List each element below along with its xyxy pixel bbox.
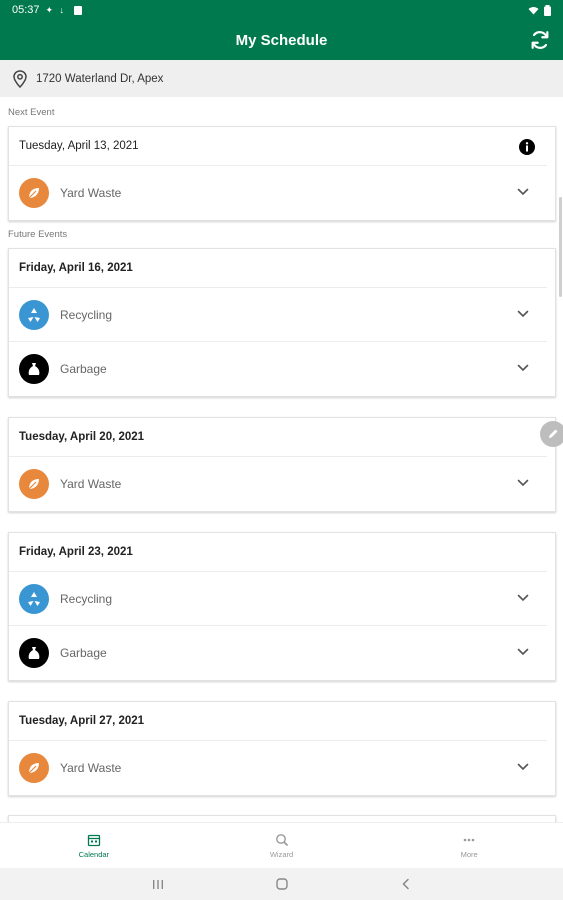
list-item[interactable]: Garbage xyxy=(9,342,547,396)
home-icon xyxy=(275,878,288,890)
garbage-bag-icon xyxy=(19,354,49,384)
future-events-label: Future Events xyxy=(8,229,68,240)
event-card: Friday, April 23, 2021 Recycling Garbage xyxy=(8,532,556,681)
chevron-down-icon[interactable] xyxy=(517,594,529,602)
nav-more-label: More xyxy=(460,849,478,859)
calendar-icon xyxy=(87,834,100,846)
recent-apps-button[interactable] xyxy=(150,876,166,892)
nav-more[interactable]: More xyxy=(375,823,563,868)
list-item[interactable]: Yard Waste xyxy=(9,166,547,220)
info-icon[interactable] xyxy=(519,139,535,155)
chevron-down-icon[interactable] xyxy=(517,763,529,771)
search-icon xyxy=(275,833,288,846)
service-label: Recycling xyxy=(60,591,113,606)
leaf-icon xyxy=(19,753,49,783)
recycle-icon xyxy=(19,299,49,330)
event-date: Friday, April 16, 2021 xyxy=(9,249,547,288)
pencil-icon xyxy=(549,429,558,438)
status-time: 05:37 xyxy=(12,4,40,16)
wifi-icon xyxy=(528,6,539,14)
service-label: Garbage xyxy=(60,362,107,376)
leaf-icon xyxy=(19,469,49,499)
nav-calendar[interactable]: Calendar xyxy=(0,823,188,868)
list-item[interactable]: Garbage xyxy=(9,626,547,680)
app-notification-icon xyxy=(73,5,82,15)
event-card: Friday, April 16, 2021 Recycling Garbage xyxy=(8,248,556,397)
service-label: Garbage xyxy=(60,646,107,660)
home-button[interactable] xyxy=(274,876,290,892)
app-bar: My Schedule xyxy=(0,20,563,60)
list-item[interactable]: Recycling xyxy=(9,572,547,626)
chevron-down-icon[interactable] xyxy=(517,188,529,196)
notification-icon: ✦ xyxy=(45,4,54,15)
usb-icon: ↓ xyxy=(59,4,65,15)
event-date: Tuesday, April 13, 2021 xyxy=(9,127,547,166)
event-date: Friday, April 23, 2021 xyxy=(9,533,547,572)
chevron-down-icon[interactable] xyxy=(517,479,529,487)
service-label: Yard Waste xyxy=(60,477,122,491)
scrollbar[interactable] xyxy=(559,197,562,297)
back-icon xyxy=(401,878,409,890)
status-bar: 05:37 ✦ ↓ xyxy=(0,0,563,20)
service-label: Recycling xyxy=(60,307,113,322)
address-text: 1720 Waterland Dr, Apex xyxy=(36,72,164,85)
chevron-down-icon[interactable] xyxy=(517,648,529,656)
recycle-icon xyxy=(19,583,49,614)
edit-button[interactable] xyxy=(540,421,563,447)
event-date: Tuesday, April 20, 2021 xyxy=(9,418,547,457)
nav-wizard-label: Wizard xyxy=(269,849,294,859)
address-bar[interactable]: 1720 Waterland Dr, Apex xyxy=(0,60,563,97)
chevron-down-icon[interactable] xyxy=(517,364,529,372)
chevron-down-icon[interactable] xyxy=(517,310,529,318)
nav-wizard[interactable]: Wizard xyxy=(188,823,376,868)
more-horizontal-icon xyxy=(463,838,475,841)
battery-icon xyxy=(544,4,551,16)
recent-apps-icon xyxy=(152,879,163,889)
next-event-card: Tuesday, April 13, 2021 Yard Waste xyxy=(8,126,556,221)
refresh-icon[interactable] xyxy=(529,29,551,51)
service-label: Yard Waste xyxy=(60,186,122,200)
list-item[interactable]: Yard Waste xyxy=(9,741,547,795)
event-card: Tuesday, April 20, 2021 Yard Waste xyxy=(8,417,556,512)
leaf-icon xyxy=(19,178,49,208)
nav-calendar-label: Calendar xyxy=(78,849,110,859)
back-button[interactable] xyxy=(398,876,414,892)
system-navigation-bar xyxy=(0,868,563,900)
next-event-label: Next Event xyxy=(8,107,55,118)
page-title: My Schedule xyxy=(235,31,328,49)
service-label: Yard Waste xyxy=(60,761,122,775)
bottom-navigation: Calendar Wizard More xyxy=(0,822,563,868)
garbage-bag-icon xyxy=(19,638,49,668)
location-pin-icon xyxy=(13,69,27,88)
event-card: Tuesday, April 27, 2021 Yard Waste xyxy=(8,701,556,796)
list-item[interactable]: Recycling xyxy=(9,288,547,342)
event-date: Tuesday, April 27, 2021 xyxy=(9,702,547,741)
list-item[interactable]: Yard Waste xyxy=(9,457,547,511)
